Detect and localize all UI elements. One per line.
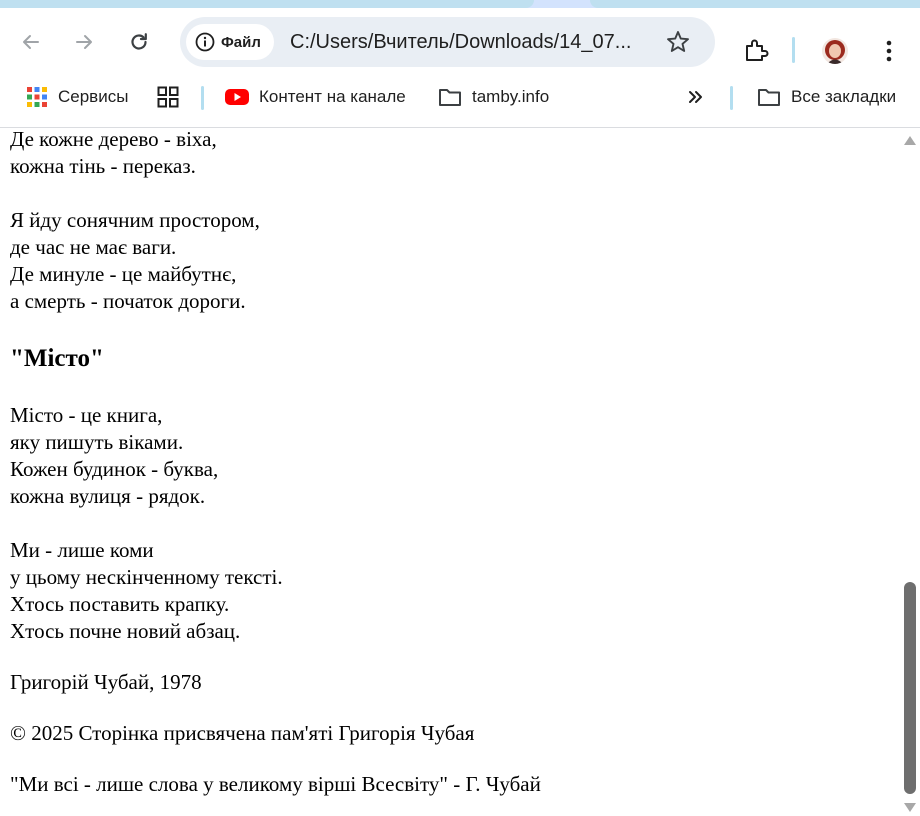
tab-shape-right	[590, 0, 920, 8]
toolbar-separator	[792, 37, 795, 63]
bookmark-tamby[interactable]: tamby.info	[438, 85, 549, 109]
menu-icon[interactable]	[875, 37, 903, 65]
footer-quote: "Ми всі - лише слова у великому вірші Вс…	[10, 772, 541, 796]
star-icon[interactable]	[664, 28, 692, 56]
address-bar[interactable]: Файл C:/Users/Вчитель/Downloads/14_07...	[180, 17, 715, 67]
bookmarks-overflow-button[interactable]	[687, 85, 705, 109]
poem-line: Місто - це книга,	[10, 403, 163, 427]
bookmark-label: Все закладки	[791, 87, 897, 106]
poem-line: Де минуле - це майбутнє,	[10, 262, 237, 286]
info-icon	[195, 32, 215, 52]
poem-line: Я йду сонячним простором,	[10, 208, 260, 232]
browser-toolbar: Файл C:/Users/Вчитель/Downloads/14_07...	[0, 8, 920, 72]
bookmark-label: tamby.info	[472, 87, 550, 106]
bookmarks-bar: Сервисы Контент на канале tamby.info Все…	[0, 72, 920, 128]
double-chevron-right-icon	[689, 91, 702, 103]
bookmark-youtube-content[interactable]: Контент на канале	[225, 85, 406, 109]
poem-line: Кожен будинок - буква,	[10, 457, 219, 481]
bookmarks-separator	[201, 86, 204, 110]
scroll-down-arrow-icon[interactable]	[903, 802, 917, 814]
poem-line: де час не має ваги.	[10, 235, 177, 259]
apps-grid-icon	[27, 87, 47, 107]
poem-line: у цьому нескінченному тексті.	[10, 565, 283, 589]
avatar[interactable]	[822, 38, 848, 64]
tab-shape-left	[0, 0, 534, 8]
back-button[interactable]	[13, 24, 49, 60]
poem-line: Де кожне дерево - віха,	[10, 128, 217, 151]
page-content: Де кожне дерево - віха, кожна тінь - пер…	[0, 128, 900, 816]
poem-author: Григорій Чубай, 1978	[10, 670, 202, 694]
vertical-scrollbar[interactable]	[900, 128, 920, 816]
bookmark-label: Контент на канале	[259, 87, 406, 106]
forward-icon	[76, 35, 92, 49]
url-text[interactable]: C:/Users/Вчитель/Downloads/14_07...	[290, 31, 662, 54]
tab-strip	[0, 0, 920, 8]
scroll-up-arrow-icon[interactable]	[903, 134, 917, 146]
extensions-icon[interactable]	[741, 35, 771, 65]
poem-line: Ми - лише коми	[10, 538, 154, 562]
forward-button[interactable]	[66, 24, 102, 60]
youtube-icon	[225, 89, 249, 105]
poem-line: кожна вулиця - рядок.	[10, 484, 206, 508]
scrollbar-thumb[interactable]	[904, 582, 916, 794]
folder-icon	[439, 89, 461, 106]
poem-line: яку пишуть віками.	[10, 430, 184, 454]
bookmark-apps[interactable]: Сервисы	[26, 85, 128, 109]
poem-line: кожна тінь - переказ.	[10, 154, 196, 178]
poem-line: а смерть - початок дороги.	[10, 289, 246, 313]
tab-groups-icon	[157, 86, 179, 108]
reload-icon	[131, 33, 147, 50]
profile-avatar-icon	[822, 38, 848, 64]
chip-label: Файл	[221, 33, 261, 51]
reload-button[interactable]	[121, 24, 157, 60]
poem-title: "Місто"	[10, 345, 104, 372]
back-icon	[23, 35, 39, 49]
folder-icon	[758, 89, 780, 106]
footer-copyright: © 2025 Сторінка присвячена пам'яті Григо…	[10, 721, 475, 745]
bookmarks-separator	[730, 86, 733, 110]
poem-line: Хтось почне новий абзац.	[10, 619, 241, 643]
poem-line: Хтось поставить крапку.	[10, 592, 230, 616]
bookmark-tab-groups[interactable]	[157, 85, 179, 109]
bookmark-label: Сервисы	[58, 87, 129, 106]
site-info-chip[interactable]: Файл	[186, 24, 274, 60]
bookmark-all-bookmarks[interactable]: Все закладки	[757, 85, 896, 109]
